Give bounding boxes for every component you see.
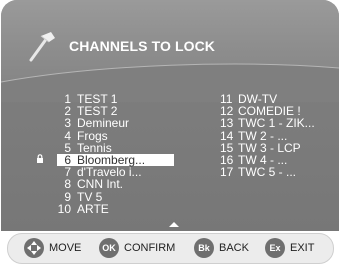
channel-number: 8 xyxy=(64,177,71,192)
move-label: MOVE xyxy=(49,242,82,254)
channel-name: ARTE xyxy=(77,201,109,216)
hint-exit[interactable]: Ex EXIT xyxy=(265,238,314,258)
back-label: BACK xyxy=(219,242,249,254)
channel-row[interactable]: 14 TW 2 - ... xyxy=(220,128,315,143)
lock-icon xyxy=(37,154,43,163)
channel-number: 14 xyxy=(220,128,234,143)
channel-row[interactable]: 4 Frogs xyxy=(57,128,174,143)
channel-number: 17 xyxy=(220,165,234,180)
channel-row[interactable]: 17 TWC 5 - ... xyxy=(220,166,315,178)
channel-list-left: 1 TEST 1 2 TEST 2 3 Demineur 4 Frogs 5 Tennis 6 Blo… xyxy=(57,93,174,215)
scroll-up-arrow-icon[interactable] xyxy=(169,222,179,227)
exit-label: EXIT xyxy=(290,242,315,254)
hint-confirm[interactable]: OK CONFIRM xyxy=(99,238,175,258)
channel-list-right: 11 DW-TV 12 COMEDIE ! 13 TWC 1 - ZIK... 14 TW 2… xyxy=(220,93,315,179)
channel-number: 3 xyxy=(64,116,71,131)
key-hints-bar: MOVE OK CONFIRM Bk BACK Ex EXIT xyxy=(7,233,334,264)
hammer-icon xyxy=(29,32,55,62)
menu-frame: CHANNELS TO LOCK 1 TEST 1 2 TEST 2 3 Demineur… xyxy=(1,0,339,231)
channel-row[interactable]: 9 TV 5 xyxy=(57,189,174,204)
channel-name: TWC 5 - ... xyxy=(238,165,296,180)
channel-number: 13 xyxy=(220,116,234,131)
back-key-icon: Bk xyxy=(194,238,214,258)
channel-number: 9 xyxy=(64,189,71,204)
hint-move[interactable]: MOVE xyxy=(24,238,81,258)
page-title: CHANNELS TO LOCK xyxy=(69,38,216,54)
channel-row[interactable]: 13 TWC 1 - ZIK... xyxy=(220,117,315,129)
channel-row[interactable]: 8 CNN Int. xyxy=(57,178,174,190)
exit-key-icon: Ex xyxy=(265,238,285,258)
navigation-pad-icon xyxy=(24,238,44,258)
channel-row[interactable]: 10 ARTE xyxy=(57,201,174,216)
channel-number: 10 xyxy=(57,201,71,216)
channel-row[interactable]: 3 Demineur xyxy=(57,117,174,129)
channel-lock-menu: CHANNELS TO LOCK 1 TEST 1 2 TEST 2 3 Demineur… xyxy=(0,0,341,273)
hint-back[interactable]: Bk BACK xyxy=(194,238,249,258)
confirm-label: CONFIRM xyxy=(124,242,176,254)
ok-key-icon: OK xyxy=(99,238,119,258)
channel-number: 4 xyxy=(64,128,71,143)
